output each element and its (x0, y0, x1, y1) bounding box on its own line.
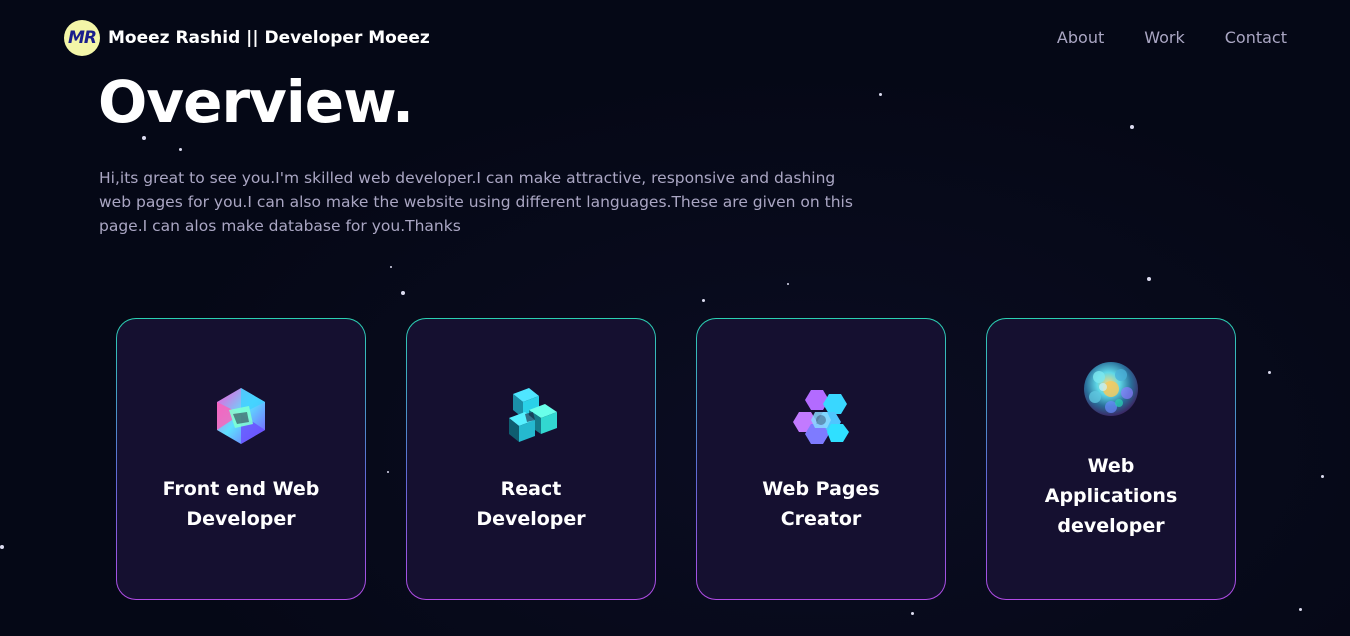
star (911, 612, 914, 615)
star (1299, 608, 1302, 611)
logo: MR (64, 20, 100, 56)
nav-link-contact[interactable]: Contact (1225, 28, 1287, 47)
service-card-body: Web Pages Creator (697, 319, 945, 599)
navbar: MR Moeez Rashid || Developer Moeez About… (0, 0, 1350, 76)
service-card-title: Front end Web Developer (162, 478, 320, 530)
service-card-title: Web Pages Creator (762, 478, 880, 530)
service-card: Front end Web Developer (116, 318, 366, 600)
star (1147, 277, 1151, 281)
star (702, 299, 705, 302)
brand-link[interactable]: MR Moeez Rashid || Developer Moeez (64, 20, 430, 56)
service-cards: Front end Web Developer React Developer (116, 318, 1236, 600)
page: MR Moeez Rashid || Developer Moeez About… (0, 0, 1350, 636)
icosahedron-icon (217, 388, 265, 444)
overview-title: Overview. (98, 68, 414, 136)
star (179, 148, 182, 151)
star (787, 283, 789, 285)
star (1268, 371, 1271, 374)
star (401, 291, 405, 295)
service-card-title: React Developer (476, 478, 586, 530)
overview-text: Hi,its great to see you.I'm skilled web … (99, 169, 853, 235)
star (1130, 125, 1134, 129)
star (142, 136, 146, 140)
nav-link-work[interactable]: Work (1144, 28, 1185, 47)
cube-cluster-icon (509, 388, 557, 442)
service-card-title: Web Applications developer (1044, 455, 1178, 537)
star (1321, 475, 1324, 478)
nav-link-about[interactable]: About (1057, 28, 1104, 47)
service-card: Web Pages Creator (696, 318, 946, 600)
sphere-icon (1084, 362, 1138, 416)
star (0, 545, 4, 549)
service-card: React Developer (406, 318, 656, 600)
nav-links: About Work Contact (1057, 28, 1287, 47)
hexagon-cluster-icon (793, 390, 849, 444)
service-card-body: Web Applications developer (987, 319, 1235, 599)
star (390, 266, 392, 268)
service-card: Web Applications developer (986, 318, 1236, 600)
brand-name: Moeez Rashid || Developer Moeez (108, 28, 430, 48)
star (879, 93, 882, 96)
service-card-body: Front end Web Developer (117, 319, 365, 599)
service-card-body: React Developer (407, 319, 655, 599)
